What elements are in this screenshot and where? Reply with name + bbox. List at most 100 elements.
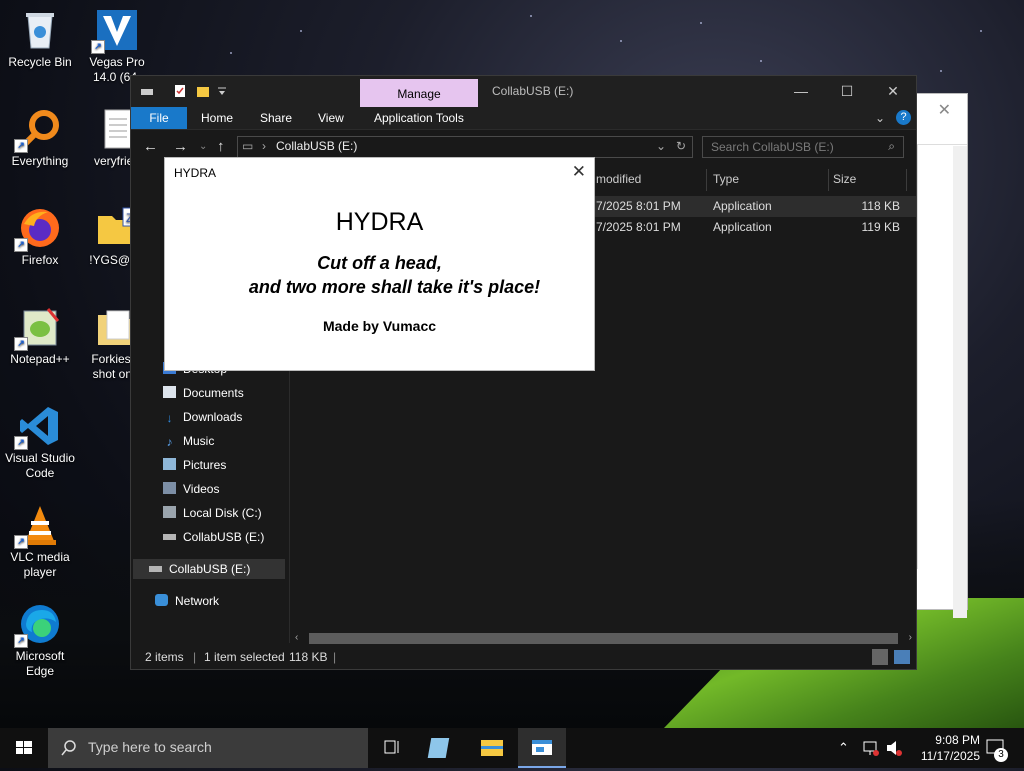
nav-item-pictures[interactable]: Pictures — [163, 455, 226, 475]
new-folder-icon[interactable] — [196, 84, 210, 98]
desktop-icon-label: Microsoft — [15, 649, 65, 663]
file-modified: 7/2025 8:01 PM — [596, 220, 681, 234]
recycle-bin-icon — [18, 8, 62, 52]
tab-view[interactable]: View — [318, 107, 344, 129]
nav-item-local-disk[interactable]: Local Disk (C:) — [163, 503, 262, 523]
start-button[interactable] — [0, 728, 48, 768]
close-icon[interactable]: ✕ — [938, 100, 951, 120]
tab-share[interactable]: Share — [260, 107, 292, 129]
address-bar[interactable]: ▭ › CollabUSB (E:) ⌄ ↻ — [237, 136, 693, 158]
quick-access-dropdown-icon[interactable] — [215, 84, 229, 98]
forward-arrow-icon[interactable]: → — [173, 138, 188, 155]
pictures-icon — [163, 458, 176, 470]
nav-item-collabusb[interactable]: CollabUSB (E:) — [163, 527, 264, 547]
column-divider[interactable] — [706, 169, 707, 191]
task-view-icon — [384, 740, 399, 754]
nav-label: Music — [183, 434, 215, 448]
search-icon — [61, 740, 76, 756]
breadcrumb[interactable]: CollabUSB (E:) — [276, 139, 357, 153]
column-divider[interactable] — [906, 169, 907, 191]
desktop-icon-vscode[interactable]: ↗ Visual Studio Code — [1, 404, 79, 481]
documents-icon — [163, 386, 176, 398]
taskbar-search-box[interactable]: Type here to search — [48, 728, 368, 768]
tab-application-tools[interactable]: Application Tools — [374, 107, 464, 129]
ribbon-tabs: File Home Share View Application Tools ⌄… — [131, 107, 916, 130]
notepad-icon — [427, 738, 450, 758]
nav-item-network[interactable]: Network — [155, 591, 219, 611]
desktop-icon-vlc[interactable]: ↗ VLC media player — [1, 503, 79, 580]
up-arrow-icon[interactable]: ↑ — [217, 138, 225, 155]
nav-item-downloads[interactable]: ↓ Downloads — [163, 407, 243, 427]
dialog-title: HYDRA — [174, 166, 217, 180]
desktop-icon-edge[interactable]: ↗ Microsoft Edge — [1, 602, 79, 679]
firefox-icon: ↗ — [14, 206, 62, 252]
show-hidden-icons-chevron-icon[interactable]: ⌃ — [838, 728, 854, 768]
nav-item-videos[interactable]: Videos — [163, 479, 219, 499]
column-header-size[interactable]: Size — [833, 167, 856, 191]
file-type: Application — [713, 220, 772, 234]
desktop-icon-recycle-bin[interactable]: Recycle Bin — [1, 8, 79, 70]
taskbar-app-file-explorer[interactable] — [468, 728, 516, 768]
desktop-icon-vegas-pro[interactable]: ↗ Vegas Pro 14.0 (64- — [78, 8, 156, 85]
properties-icon[interactable] — [173, 84, 187, 98]
tab-manage[interactable]: Manage — [360, 79, 478, 107]
shortcut-arrow-icon: ↗ — [14, 634, 28, 648]
column-header-modified[interactable]: modified — [596, 167, 641, 191]
status-divider: | — [193, 650, 197, 664]
minimize-button[interactable]: — — [778, 76, 824, 107]
scroll-left-icon[interactable]: ‹ — [295, 630, 298, 645]
refresh-icon[interactable]: ↻ — [676, 139, 686, 153]
close-icon[interactable]: ✕ — [572, 162, 586, 182]
windows-logo-icon — [16, 741, 32, 754]
desktop-icon-label: Firefox — [21, 253, 59, 267]
status-divider: | — [333, 650, 337, 664]
tab-file[interactable]: File — [131, 107, 187, 129]
application-window-icon — [532, 740, 552, 755]
maximize-button[interactable]: ☐ — [824, 76, 870, 107]
taskbar-clock[interactable]: 9:08 PM 11/17/2025 — [921, 732, 980, 764]
task-view-button[interactable] — [368, 728, 416, 768]
close-button[interactable]: ✕ — [870, 76, 916, 107]
shortcut-arrow-icon: ↗ — [14, 535, 28, 549]
file-size: 118 KB — [861, 199, 900, 213]
desktop-icon-label: Recycle Bin — [8, 55, 72, 69]
scrollbar-thumb[interactable] — [309, 633, 898, 644]
taskbar-app-hydra[interactable] — [518, 728, 566, 768]
details-view-icon[interactable] — [872, 649, 888, 665]
nav-item-collabusb-root[interactable]: CollabUSB (E:) — [133, 559, 285, 579]
vertical-scrollbar[interactable] — [953, 146, 967, 618]
volume-muted-icon[interactable] — [884, 728, 902, 768]
notification-center-button[interactable]: 3 — [982, 728, 1012, 768]
file-size: 119 KB — [861, 220, 900, 234]
nav-item-music[interactable]: ♪ Music — [163, 431, 215, 451]
large-icons-view-icon[interactable] — [894, 650, 910, 664]
back-arrow-icon[interactable]: ← — [143, 138, 158, 155]
desktop-icon-label: Edge — [25, 664, 55, 678]
taskbar: Type here to search ⌃ 9:08 PM 11/17/2025… — [0, 728, 1024, 768]
desktop-icon-label: Visual Studio — [5, 451, 75, 465]
horizontal-scrollbar[interactable]: ‹ › — [291, 630, 916, 645]
nav-item-documents[interactable]: Documents — [163, 383, 244, 403]
taskbar-app-notepad[interactable] — [418, 728, 466, 768]
title-bar[interactable]: Manage CollabUSB (E:) — ☐ ✕ — [131, 76, 916, 107]
hydra-dialog[interactable]: HYDRA ✕ HYDRA Cut off a head, and two mo… — [164, 157, 595, 371]
column-header-type[interactable]: Type — [713, 167, 739, 191]
scroll-right-icon[interactable]: › — [909, 630, 912, 645]
desktop-icon-firefox[interactable]: ↗ Firefox — [1, 206, 79, 268]
network-status-icon[interactable] — [862, 728, 880, 768]
notification-badge: 3 — [994, 748, 1008, 762]
desktop-icon-everything[interactable]: ↗ Everything — [1, 107, 79, 169]
column-divider[interactable] — [828, 169, 829, 191]
shortcut-arrow-icon: ↗ — [14, 139, 28, 153]
tab-home[interactable]: Home — [201, 107, 233, 129]
clock-date: 11/17/2025 — [920, 749, 980, 763]
search-input[interactable]: Search CollabUSB (E:) ⌕ — [702, 136, 904, 158]
help-icon[interactable]: ? — [896, 110, 911, 125]
address-dropdown-icon[interactable]: ⌄ — [656, 139, 666, 153]
ribbon-collapse-chevron-icon[interactable]: ⌄ — [875, 107, 885, 129]
desktop-icon-notepad-plus-plus[interactable]: ↗ Notepad++ — [1, 305, 79, 367]
shortcut-arrow-icon: ↗ — [14, 337, 28, 351]
desktop-icon-label: Code — [25, 466, 55, 480]
edge-icon: ↗ — [14, 602, 62, 648]
recent-locations-chevron-icon[interactable]: ⌄ — [199, 141, 207, 152]
